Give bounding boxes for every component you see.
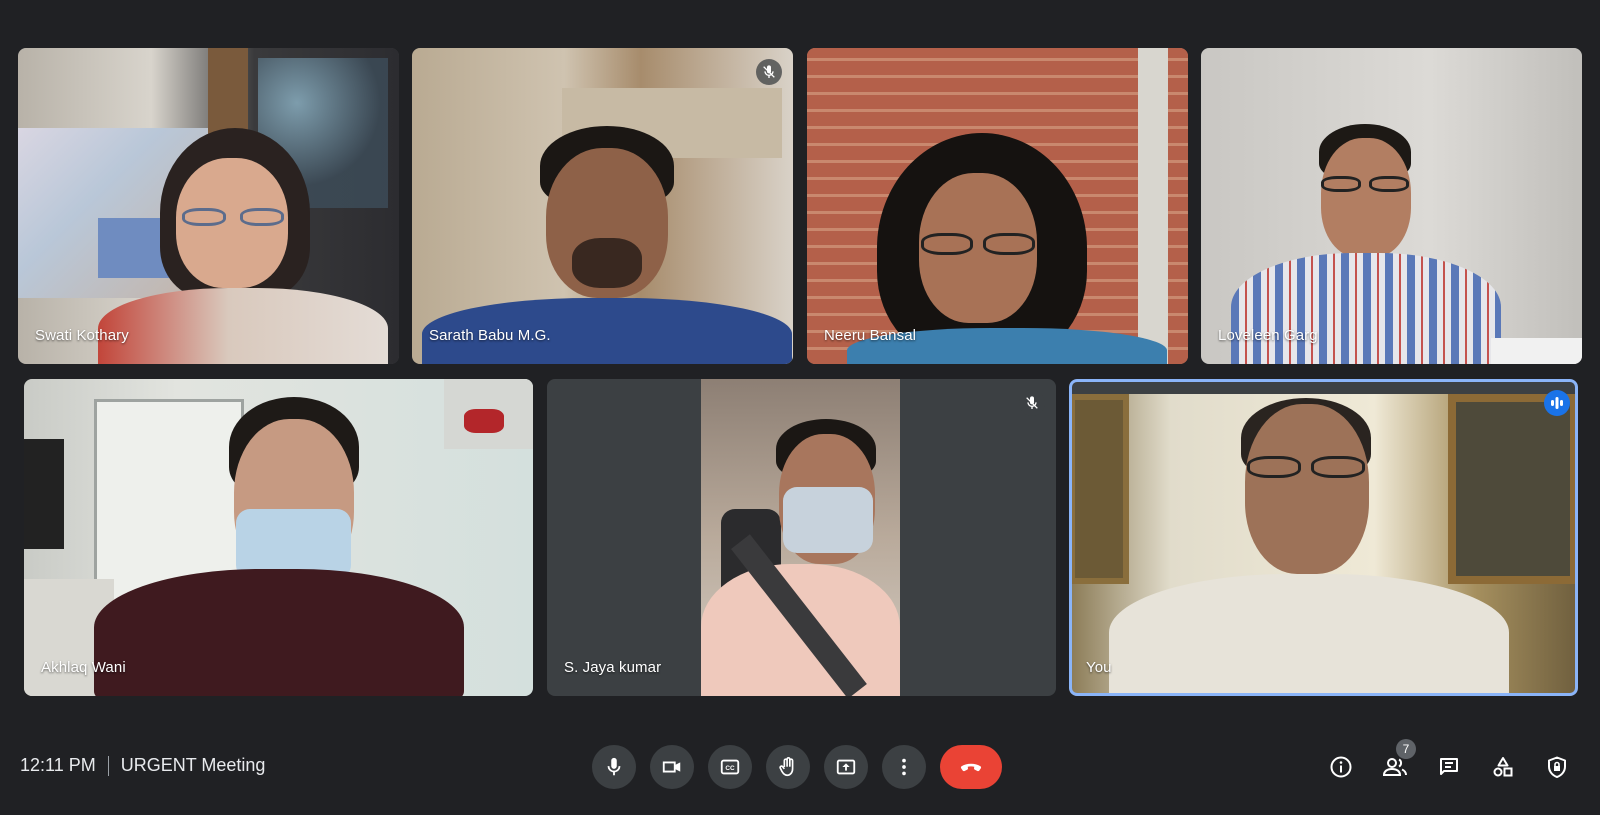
video-feed (807, 48, 1188, 364)
meeting-info-button[interactable] (1318, 745, 1364, 789)
meeting-toolbar: 12:11 PM URGENT Meeting CC 7 (0, 725, 1600, 815)
host-controls-icon (1548, 756, 1566, 778)
participant-figure (18, 48, 399, 364)
participant-count-badge: 7 (1396, 739, 1416, 759)
participant-tile-akhlaq-wani[interactable]: Akhlaq Wani (24, 379, 533, 696)
participant-tile-neeru-bansal[interactable]: Neeru Bansal (807, 48, 1188, 364)
participant-name: You (1086, 659, 1112, 676)
more-options-icon (902, 758, 906, 776)
participant-tile-loveleen-garg[interactable]: Loveleen Garg (1201, 48, 1582, 364)
video-feed (1201, 48, 1582, 364)
raise-hand-button[interactable] (766, 745, 810, 789)
present-screen-button[interactable] (824, 745, 868, 789)
svg-text:CC: CC (725, 765, 735, 772)
meeting-details: 12:11 PM URGENT Meeting (20, 755, 265, 776)
activities-button[interactable] (1480, 745, 1526, 789)
muted-indicator (1019, 390, 1045, 416)
camera-icon (662, 761, 681, 773)
microphone-button[interactable] (592, 745, 636, 789)
divider (107, 755, 109, 776)
video-feed (1069, 394, 1578, 696)
camera-button[interactable] (650, 745, 694, 789)
participant-figure (24, 379, 533, 696)
participant-name: Sarath Babu M.G. (429, 327, 551, 344)
participant-name: S. Jaya kumar (564, 659, 662, 676)
host-controls-button[interactable] (1534, 745, 1580, 789)
participant-name: Loveleen Garg (1218, 327, 1318, 344)
video-feed (24, 379, 533, 696)
activities-icon (1493, 757, 1513, 777)
participant-tile-jaya-kumar[interactable]: S. Jaya kumar (547, 379, 1056, 696)
more-options-button[interactable] (882, 745, 926, 789)
muted-indicator (756, 59, 782, 85)
captions-icon: CC (720, 759, 740, 775)
participant-figure (412, 48, 793, 364)
meeting-time: 12:11 PM (20, 755, 96, 775)
video-feed (701, 379, 900, 696)
end-call-button[interactable] (940, 745, 1002, 789)
participant-tile-self[interactable]: You (1069, 379, 1578, 696)
participant-name: Swati Kothary (35, 327, 129, 344)
mic-off-icon (1026, 396, 1038, 409)
chat-button[interactable] (1426, 745, 1472, 789)
participants-button[interactable]: 7 (1372, 739, 1418, 789)
participant-name: Neeru Bansal (824, 327, 917, 344)
captions-button[interactable]: CC (708, 745, 752, 789)
call-controls: CC (592, 745, 1002, 789)
speaking-indicator (1544, 390, 1570, 416)
end-call-icon (960, 763, 982, 772)
participant-tile-swati-kothary[interactable]: Swati Kothary (18, 48, 399, 364)
mic-off-icon (763, 65, 775, 78)
meeting-title: URGENT Meeting (120, 755, 266, 775)
raise-hand-icon (779, 757, 794, 777)
participant-figure (701, 379, 900, 696)
video-feed (412, 48, 793, 364)
participant-figure (1069, 394, 1578, 696)
participant-figure (1201, 48, 1582, 364)
video-feed (18, 48, 399, 364)
chat-icon (1440, 758, 1458, 775)
audio-level-icon (1551, 397, 1563, 409)
microphone-icon (607, 757, 621, 776)
side-panel-controls: 7 (1318, 739, 1580, 789)
participant-name: Akhlaq Wani (41, 659, 126, 676)
participant-figure (807, 48, 1188, 364)
participant-tile-sarath-babu[interactable]: Sarath Babu M.G. (412, 48, 793, 364)
present-screen-icon (836, 759, 856, 775)
info-icon (1330, 756, 1352, 778)
